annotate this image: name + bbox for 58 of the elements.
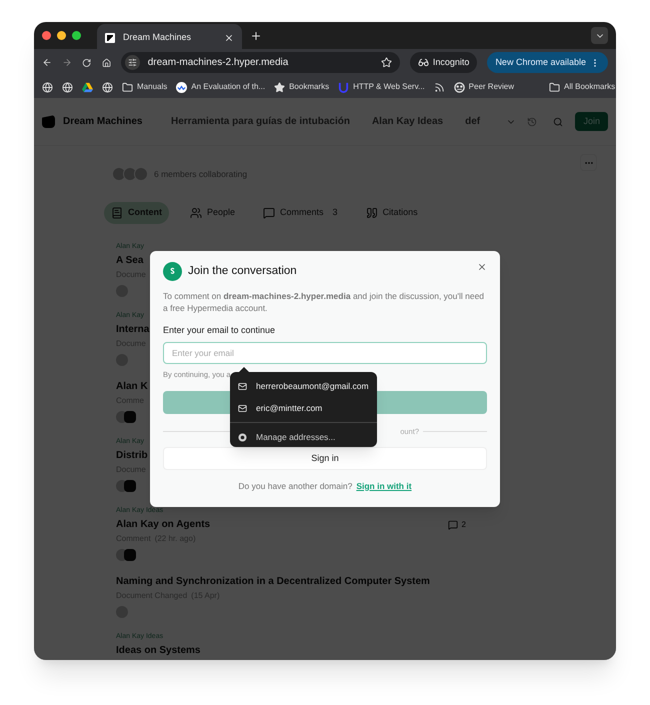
feed-title: Naming and Synchronization in a Decentralized Computer System (116, 575, 430, 589)
close-icon[interactable] (224, 32, 234, 42)
close-icon[interactable] (477, 262, 487, 272)
site-settings-icon[interactable] (128, 58, 137, 67)
rss-icon (434, 82, 445, 92)
bookmark[interactable]: An Evaluation of th... (176, 81, 266, 93)
bookmark[interactable]: HTTP & Web Serv... (338, 81, 425, 93)
new-tab-icon[interactable] (250, 30, 262, 42)
round-logo-icon (454, 82, 465, 92)
address-bar[interactable]: dream-machines-2.hyper.media (120, 52, 400, 73)
bookmark[interactable] (42, 82, 53, 92)
back-icon[interactable] (42, 57, 52, 68)
suggestion-item[interactable]: herrerobeaumont@gmail.com (230, 375, 377, 397)
globe-icon (62, 82, 73, 92)
bookmark-star-icon[interactable] (380, 57, 392, 68)
bookmark[interactable]: All Bookmarks (549, 81, 616, 93)
dialog-title: Join the conversation (188, 264, 297, 279)
forward-icon[interactable] (62, 57, 72, 68)
suggestion-item[interactable]: eric@mintter.com (230, 397, 377, 419)
chrome-logo-icon (238, 432, 247, 442)
sign-in-button[interactable]: Sign in (163, 446, 487, 470)
star-icon (274, 82, 286, 92)
field-label: Enter your email to continue (163, 324, 276, 337)
globe-icon (42, 82, 53, 92)
feed-title: Alan K (116, 380, 148, 394)
reload-icon[interactable] (82, 58, 92, 68)
feed-title: Distrib (116, 449, 148, 463)
u-logo-icon (338, 82, 350, 92)
globe-icon (102, 82, 113, 92)
home-icon[interactable] (102, 58, 111, 68)
email-field[interactable]: Enter your email (163, 342, 487, 364)
mail-icon (238, 382, 247, 390)
bookmark[interactable]: Peer Review (454, 81, 514, 93)
circle-logo-icon (176, 82, 188, 92)
feed-title: A Sea (116, 254, 144, 268)
bookmark[interactable] (102, 82, 113, 92)
domain-question: Do you have another domain? (238, 480, 352, 492)
url-text: dream-machines-2.hyper.media (148, 56, 290, 70)
update-button[interactable]: New Chrome available (487, 52, 608, 73)
incognito-chip[interactable]: Incognito (410, 52, 478, 73)
hypermedia-logo-icon (163, 262, 182, 281)
folder-icon (549, 82, 560, 92)
folder-icon (122, 82, 133, 92)
triangle-logo-icon (82, 82, 93, 92)
bookmark[interactable]: Bookmarks (274, 81, 330, 93)
bookmark[interactable] (434, 82, 445, 92)
manage-item[interactable]: Manage addresses... (230, 426, 377, 448)
feed-title: Ideas on Systems (116, 644, 200, 658)
bookmark[interactable]: Manuals (122, 81, 168, 93)
bookmark[interactable] (62, 82, 73, 92)
page-icon (105, 32, 115, 42)
bookmark[interactable] (82, 82, 93, 92)
feed-title: Interna (116, 323, 150, 337)
browser-tab[interactable]: Dream Machines (97, 24, 242, 51)
dialog-intro: To comment on dream-machines-2.hyper.media and join the discussion, you'll need a free Hypermedia account. (163, 290, 486, 314)
feed-title: Alan Kay on Agents (116, 518, 210, 532)
mail-icon (238, 404, 247, 412)
incognito-icon (418, 57, 429, 68)
